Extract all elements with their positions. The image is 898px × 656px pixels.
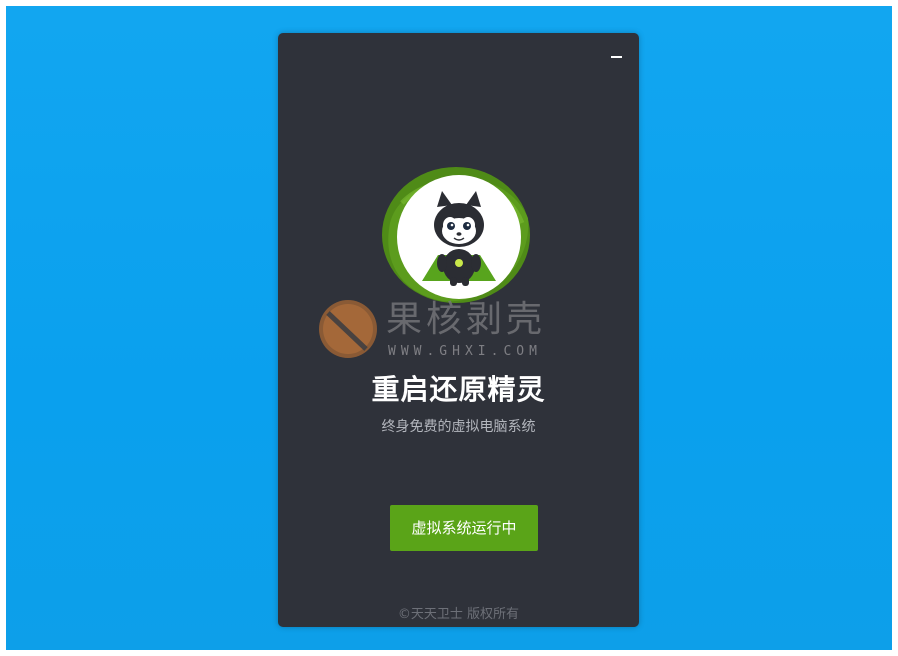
watermark-url: WWW.GHXI.COM [388,344,542,359]
watermark-text: 果核剥壳 [386,299,547,340]
app-title: 重启还原精灵 [371,373,546,406]
screenshot-frame: 果核剥壳 WWW.GHXI.COM 重启还原精灵 终身免费的虚拟电脑系统 虚拟系… [0,0,898,656]
desktop-background: 果核剥壳 WWW.GHXI.COM 重启还原精灵 终身免费的虚拟电脑系统 虚拟系… [6,6,892,650]
app-logo [382,163,532,305]
minimize-button[interactable] [607,51,627,63]
virtual-system-status-button[interactable]: 虚拟系统运行中 [390,505,538,551]
app-window: 果核剥壳 WWW.GHXI.COM 重启还原精灵 终身免费的虚拟电脑系统 虚拟系… [278,33,639,627]
minimize-icon [611,56,622,58]
watermark: 果核剥壳 WWW.GHXI.COM [318,299,588,365]
copyright-text: ©天天卫士 版权所有 [397,607,520,622]
app-subtitle: 终身免费的虚拟电脑系统 [381,419,536,435]
raccoon-hero-logo-icon [382,167,530,303]
nut-icon [319,300,377,358]
